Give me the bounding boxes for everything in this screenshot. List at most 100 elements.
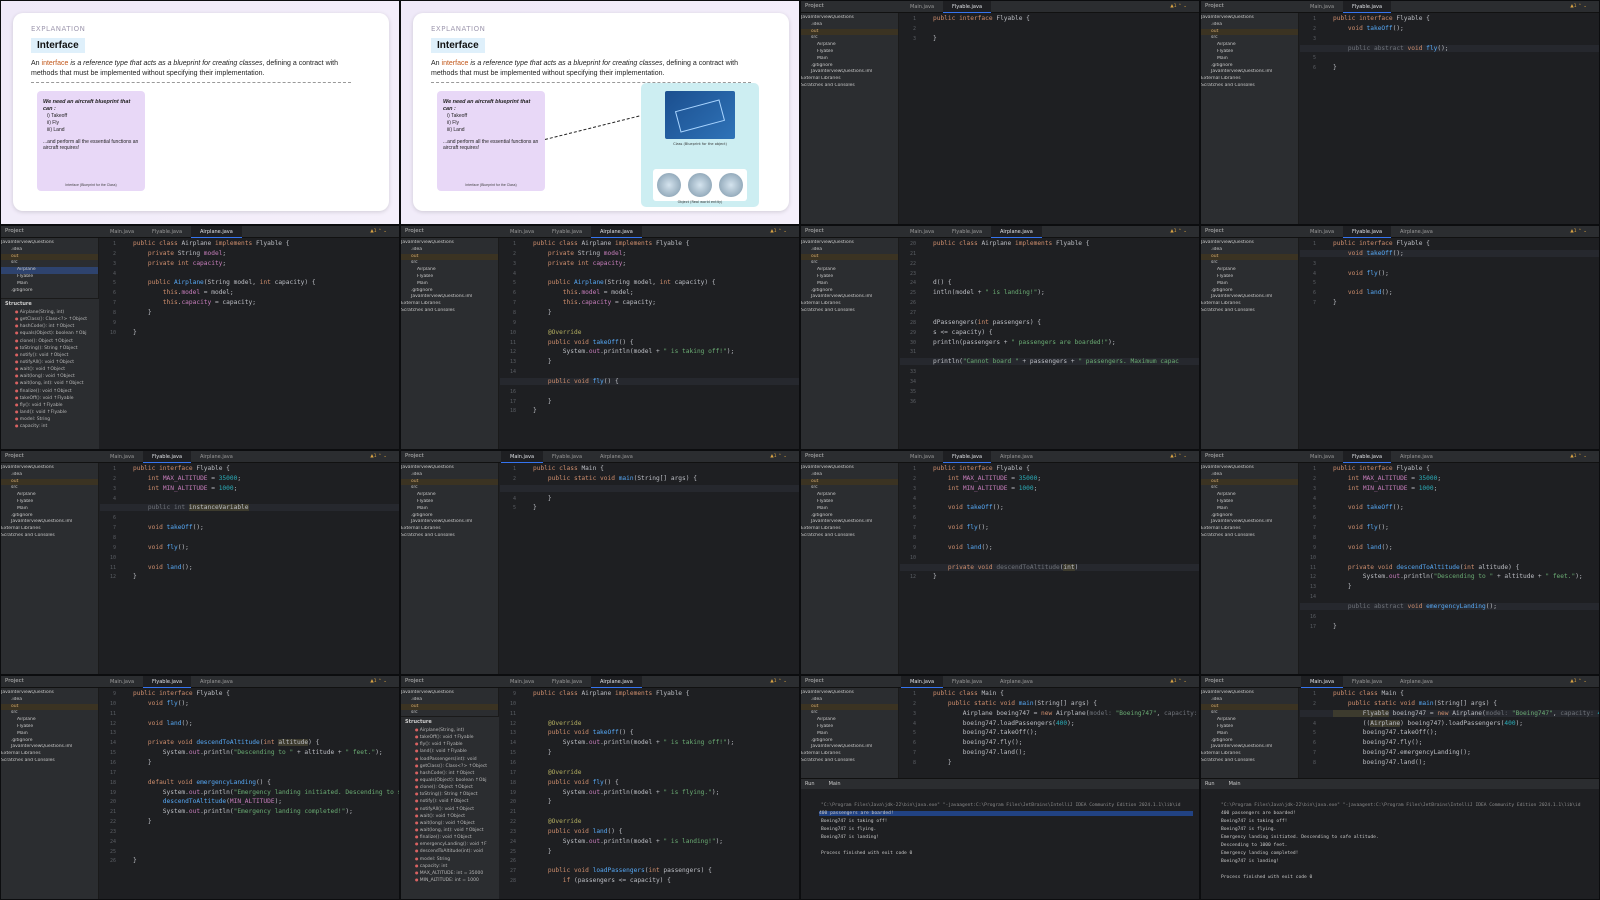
tree-item-iml[interactable]: JavaInterviewQuestions.iml (1201, 744, 1298, 751)
code-editor[interactable]: 1 2 3 public interface Flyable {} (900, 13, 1199, 224)
tab-main[interactable]: Main.java (901, 451, 943, 463)
tree-item-root[interactable]: JavaInterviewQuestions (1201, 465, 1298, 472)
tree-item-flyable[interactable]: Flyable (401, 499, 498, 506)
tree-item-gitignore[interactable]: .gitignore (401, 513, 498, 520)
tree-item-src[interactable]: src (801, 35, 898, 42)
tree-item-out[interactable]: out (1201, 703, 1298, 711)
project-header[interactable]: Project (805, 3, 824, 9)
tab-flyable[interactable]: Flyable.java (1343, 226, 1392, 238)
tree-item-main[interactable]: Main (801, 506, 898, 513)
tree-item-root[interactable]: JavaInterviewQuestions (401, 690, 498, 697)
tree-item-scratches[interactable]: Scratches and Consoles (1201, 83, 1298, 90)
tree-item-iml[interactable]: JavaInterviewQuestions.iml (401, 294, 498, 301)
tree-item-scratches[interactable]: Scratches and Consoles (801, 83, 898, 90)
structure-item[interactable]: Airplane(String, int) (401, 726, 499, 733)
warning-indicator[interactable]: ▲1 ⌃ ⌄ (770, 679, 787, 684)
tree-item-gitignore[interactable]: .gitignore (1201, 738, 1298, 745)
tab-flyable[interactable]: Flyable.java (943, 676, 991, 688)
structure-item[interactable]: capacity: int (1, 422, 99, 429)
tree-item-out[interactable]: out (801, 253, 898, 261)
run-tab[interactable]: Main (1229, 781, 1241, 787)
tab-flyable[interactable]: Flyable.java (1343, 451, 1392, 463)
tree-item-gitignore[interactable]: .gitignore (801, 738, 898, 745)
tree-item-iml[interactable]: JavaInterviewQuestions.iml (1201, 519, 1298, 526)
tree-item-gitignore[interactable]: .gitignore (801, 288, 898, 295)
tab-main[interactable]: Main.java (901, 226, 943, 238)
tree-item-ext[interactable]: External Libraries (1201, 751, 1298, 758)
structure-item[interactable]: clone(): Object ↑Object (401, 783, 499, 790)
tree-item-idea[interactable]: .idea (1201, 247, 1298, 254)
code-editor[interactable]: 123456789101112public interface Flyable … (100, 463, 399, 674)
tree-item-airplane[interactable]: Airplane (1, 267, 98, 274)
tree-item-flyable[interactable]: Flyable (1, 724, 98, 731)
tab-airplane[interactable]: Airplane.java (191, 676, 242, 688)
project-header[interactable]: Project (1205, 228, 1224, 234)
structure-item[interactable]: Airplane(String, int) (1, 308, 99, 315)
structure-item[interactable]: finalize(): void ↑Object (1, 387, 99, 394)
tab-airplane[interactable]: Airplane.java (991, 451, 1042, 463)
tab-flyable[interactable]: Flyable.java (143, 451, 192, 463)
tree-item-idea[interactable]: .idea (1, 472, 98, 479)
warning-indicator[interactable]: ▲1 ⌃ ⌄ (1570, 4, 1587, 9)
warning-indicator[interactable]: ▲1 ⌃ ⌄ (1570, 229, 1587, 234)
tree-item-scratches[interactable]: Scratches and Consoles (401, 308, 498, 315)
tree-item-gitignore[interactable]: .gitignore (1201, 513, 1298, 520)
tree-item-flyable[interactable]: Flyable (1, 499, 98, 506)
warning-indicator[interactable]: ▲1 ⌃ ⌄ (1170, 4, 1187, 9)
code-editor[interactable]: 123456789101112public interface Flyable … (900, 463, 1199, 674)
tree-item-idea[interactable]: .idea (801, 22, 898, 29)
project-header[interactable]: Project (805, 678, 824, 684)
warning-indicator[interactable]: ▲1 ⌃ ⌄ (1570, 679, 1587, 684)
tree-item-flyable[interactable]: Flyable (801, 49, 898, 56)
tree-item-iml[interactable]: JavaInterviewQuestions.iml (1201, 69, 1298, 76)
project-header[interactable]: Project (405, 678, 424, 684)
tree-item-airplane[interactable]: Airplane (801, 42, 898, 49)
run-tab[interactable]: Main (829, 781, 841, 787)
tree-item-main[interactable]: Main (401, 281, 498, 288)
tree-item-root[interactable]: JavaInterviewQuestions (1, 240, 98, 247)
tree-item-iml[interactable]: JavaInterviewQuestions.iml (401, 519, 498, 526)
tree-item-out[interactable]: out (1, 253, 98, 261)
tree-item-gitignore[interactable]: .gitignore (401, 288, 498, 295)
warning-indicator[interactable]: ▲1 ⌃ ⌄ (1570, 454, 1587, 459)
structure-item[interactable]: MAX_ALTITUDE: int = 35000 (401, 869, 499, 876)
tree-item-main[interactable]: Main (1201, 506, 1298, 513)
code-editor[interactable]: 9 10 11 12 13 14 15 16 17 18 19 20 21 22 23 24 25 26 27 28 p… (500, 688, 799, 899)
tree-item-airplane[interactable]: Airplane (1201, 267, 1298, 274)
tree-item-ext[interactable]: External Libraries (1201, 301, 1298, 308)
tree-item-flyable[interactable]: Flyable (401, 274, 498, 281)
code-editor[interactable]: 123456public interface Flyable { void ta… (1300, 13, 1599, 224)
tree-item-src[interactable]: src (1, 260, 98, 267)
warning-indicator[interactable]: ▲1 ⌃ ⌄ (1170, 454, 1187, 459)
warning-indicator[interactable]: ▲1 ⌃ ⌄ (370, 679, 387, 684)
tree-item-airplane[interactable]: Airplane (401, 267, 498, 274)
project-header[interactable]: Project (5, 678, 24, 684)
tree-item-src[interactable]: src (1201, 260, 1298, 267)
tab-main[interactable]: Main.java (901, 1, 943, 13)
structure-item[interactable]: equals(Object): boolean ↑Obj (1, 329, 99, 336)
tab-flyable[interactable]: Flyable.java (143, 226, 191, 238)
warning-indicator[interactable]: ▲1 ⌃ ⌄ (370, 229, 387, 234)
tree-item-idea[interactable]: .idea (401, 472, 498, 479)
tree-item-gitignore[interactable]: .gitignore (801, 513, 898, 520)
tree-item-root[interactable]: JavaInterviewQuestions (1201, 690, 1298, 697)
tab-main[interactable]: Main.java (1301, 226, 1343, 238)
tree-item-main[interactable]: Main (801, 281, 898, 288)
tree-item-out[interactable]: out (401, 253, 498, 261)
structure-item[interactable]: fly(): void ↑Flyable (401, 740, 499, 747)
tree-item-flyable[interactable]: Flyable (801, 274, 898, 281)
structure-item[interactable]: notify(): void ↑Object (401, 797, 499, 804)
project-header[interactable]: Project (1205, 678, 1224, 684)
structure-item[interactable]: model: String (401, 855, 499, 862)
tab-main[interactable]: Main.java (901, 676, 944, 688)
tree-item-src[interactable]: src (1, 485, 98, 492)
tree-item-out[interactable]: out (801, 28, 898, 36)
tree-item-root[interactable]: JavaInterviewQuestions (801, 465, 898, 472)
tree-item-src[interactable]: src (801, 260, 898, 267)
tree-item-iml[interactable]: JavaInterviewQuestions.iml (801, 294, 898, 301)
tree-item-gitignore[interactable]: .gitignore (1201, 63, 1298, 70)
structure-item[interactable]: wait(): void ↑Object (401, 812, 499, 819)
tree-item-root[interactable]: JavaInterviewQuestions (801, 690, 898, 697)
tab-flyable[interactable]: Flyable.java (943, 451, 992, 463)
structure-item[interactable]: takeOff(): void ↑Flyable (401, 733, 499, 740)
